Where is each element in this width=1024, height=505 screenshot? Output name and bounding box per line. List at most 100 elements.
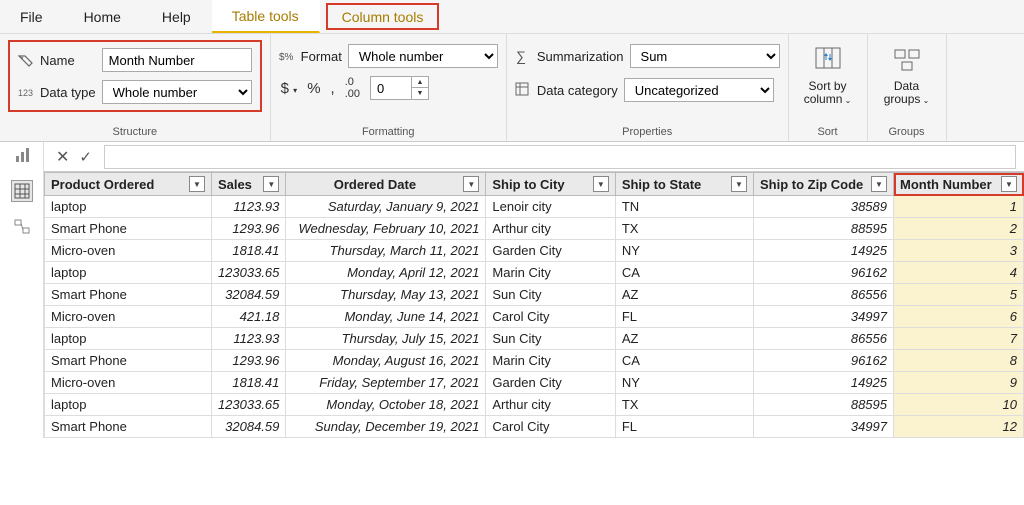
filter-dropdown-icon[interactable]: ▼ — [1001, 176, 1017, 192]
filter-dropdown-icon[interactable]: ▼ — [263, 176, 279, 192]
tab-column-tools[interactable]: Column tools — [326, 3, 440, 30]
cell-product[interactable]: Smart Phone — [45, 416, 212, 438]
cell-sales[interactable]: 1123.93 — [211, 328, 285, 350]
cell-city[interactable]: Carol City — [486, 416, 615, 438]
cell-product[interactable]: Micro-oven — [45, 240, 212, 262]
thousands-button[interactable]: , — [331, 80, 335, 97]
cell-zip[interactable]: 96162 — [754, 350, 894, 372]
cell-date[interactable]: Saturday, January 9, 2021 — [286, 196, 486, 218]
cell-state[interactable]: CA — [615, 350, 753, 372]
cell-sales[interactable]: 123033.65 — [211, 394, 285, 416]
cell-state[interactable]: TX — [615, 394, 753, 416]
cell-state[interactable]: CA — [615, 262, 753, 284]
table-row[interactable]: Smart Phone1293.96Wednesday, February 10… — [45, 218, 1024, 240]
cell-zip[interactable]: 38589 — [754, 196, 894, 218]
cell-city[interactable]: Marin City — [486, 262, 615, 284]
cell-date[interactable]: Monday, October 18, 2021 — [286, 394, 486, 416]
cell-city[interactable]: Garden City — [486, 240, 615, 262]
cell-date[interactable]: Monday, June 14, 2021 — [286, 306, 486, 328]
header-sales[interactable]: Sales▼ — [211, 173, 285, 196]
cell-date[interactable]: Monday, April 12, 2021 — [286, 262, 486, 284]
cell-month[interactable]: 9 — [894, 372, 1024, 394]
cell-month[interactable]: 3 — [894, 240, 1024, 262]
cell-zip[interactable]: 88595 — [754, 394, 894, 416]
filter-dropdown-icon[interactable]: ▼ — [871, 176, 887, 192]
cell-product[interactable]: laptop — [45, 328, 212, 350]
cell-month[interactable]: 12 — [894, 416, 1024, 438]
cell-zip[interactable]: 96162 — [754, 262, 894, 284]
cell-sales[interactable]: 123033.65 — [211, 262, 285, 284]
formula-cancel-icon[interactable]: ✕ — [56, 147, 69, 167]
cell-state[interactable]: NY — [615, 372, 753, 394]
tab-home[interactable]: Home — [64, 0, 142, 33]
cell-zip[interactable]: 88595 — [754, 218, 894, 240]
cell-sales[interactable]: 1818.41 — [211, 240, 285, 262]
datatype-select[interactable]: Whole number — [102, 80, 252, 104]
tab-table-tools[interactable]: Table tools — [212, 0, 320, 33]
cell-state[interactable]: AZ — [615, 284, 753, 306]
sort-by-column-button[interactable]: Sort bycolumn ⌄ — [797, 40, 859, 106]
header-zip[interactable]: Ship to Zip Code▼ — [754, 173, 894, 196]
cell-sales[interactable]: 421.18 — [211, 306, 285, 328]
name-input[interactable] — [102, 48, 252, 72]
cell-month[interactable]: 5 — [894, 284, 1024, 306]
decimals-up[interactable]: ▲ — [412, 77, 428, 88]
cell-month[interactable]: 4 — [894, 262, 1024, 284]
cell-state[interactable]: TN — [615, 196, 753, 218]
cell-state[interactable]: FL — [615, 306, 753, 328]
cell-month[interactable]: 2 — [894, 218, 1024, 240]
cell-city[interactable]: Marin City — [486, 350, 615, 372]
formula-input[interactable] — [104, 145, 1016, 169]
report-view-icon[interactable] — [11, 144, 33, 166]
summarization-select[interactable]: Sum — [630, 44, 780, 68]
tab-help[interactable]: Help — [142, 0, 212, 33]
cell-product[interactable]: Micro-oven — [45, 372, 212, 394]
formula-commit-icon[interactable]: ✓ — [79, 148, 92, 166]
cell-date[interactable]: Wednesday, February 10, 2021 — [286, 218, 486, 240]
data-category-select[interactable]: Uncategorized — [624, 78, 774, 102]
cell-date[interactable]: Thursday, July 15, 2021 — [286, 328, 486, 350]
cell-date[interactable]: Friday, September 17, 2021 — [286, 372, 486, 394]
filter-dropdown-icon[interactable]: ▼ — [463, 176, 479, 192]
cell-zip[interactable]: 34997 — [754, 416, 894, 438]
table-row[interactable]: Micro-oven1818.41Thursday, March 11, 202… — [45, 240, 1024, 262]
cell-product[interactable]: laptop — [45, 196, 212, 218]
cell-state[interactable]: NY — [615, 240, 753, 262]
cell-city[interactable]: Arthur city — [486, 394, 615, 416]
header-product[interactable]: Product Ordered▼ — [45, 173, 212, 196]
header-month-number[interactable]: Month Number▼ — [894, 173, 1024, 196]
cell-product[interactable]: Micro-oven — [45, 306, 212, 328]
table-row[interactable]: Micro-oven1818.41Friday, September 17, 2… — [45, 372, 1024, 394]
cell-product[interactable]: laptop — [45, 262, 212, 284]
cell-zip[interactable]: 86556 — [754, 284, 894, 306]
cell-month[interactable]: 6 — [894, 306, 1024, 328]
cell-month[interactable]: 1 — [894, 196, 1024, 218]
cell-date[interactable]: Sunday, December 19, 2021 — [286, 416, 486, 438]
data-view-icon[interactable] — [11, 180, 33, 202]
table-row[interactable]: Smart Phone32084.59Thursday, May 13, 202… — [45, 284, 1024, 306]
header-city[interactable]: Ship to City▼ — [486, 173, 615, 196]
decimals-down[interactable]: ▼ — [412, 88, 428, 99]
cell-city[interactable]: Garden City — [486, 372, 615, 394]
cell-sales[interactable]: 1293.96 — [211, 218, 285, 240]
cell-product[interactable]: Smart Phone — [45, 284, 212, 306]
cell-city[interactable]: Sun City — [486, 328, 615, 350]
decimals-input[interactable] — [371, 81, 411, 96]
cell-date[interactable]: Monday, August 16, 2021 — [286, 350, 486, 372]
cell-zip[interactable]: 34997 — [754, 306, 894, 328]
cell-state[interactable]: TX — [615, 218, 753, 240]
cell-city[interactable]: Sun City — [486, 284, 615, 306]
table-row[interactable]: Smart Phone32084.59Sunday, December 19, … — [45, 416, 1024, 438]
cell-sales[interactable]: 32084.59 — [211, 284, 285, 306]
header-state[interactable]: Ship to State▼ — [615, 173, 753, 196]
filter-dropdown-icon[interactable]: ▼ — [189, 176, 205, 192]
cell-sales[interactable]: 1818.41 — [211, 372, 285, 394]
cell-month[interactable]: 8 — [894, 350, 1024, 372]
cell-date[interactable]: Thursday, May 13, 2021 — [286, 284, 486, 306]
tab-file[interactable]: File — [0, 0, 64, 33]
cell-product[interactable]: Smart Phone — [45, 218, 212, 240]
table-row[interactable]: Smart Phone1293.96Monday, August 16, 202… — [45, 350, 1024, 372]
table-row[interactable]: laptop1123.93Saturday, January 9, 2021Le… — [45, 196, 1024, 218]
decimals-stepper[interactable]: ▲ ▼ — [370, 76, 429, 100]
cell-sales[interactable]: 1123.93 — [211, 196, 285, 218]
